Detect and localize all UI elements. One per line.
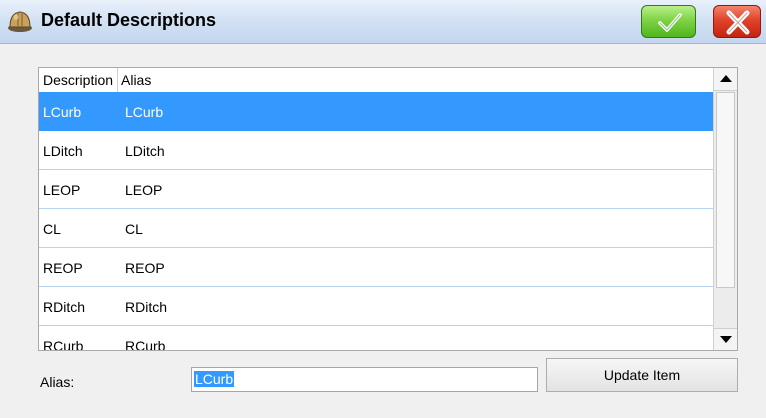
row-alias: RDitch: [125, 299, 168, 315]
checkmark-icon: [658, 13, 682, 32]
scroll-down-button[interactable]: [714, 328, 737, 350]
window-title: Default Descriptions: [41, 10, 217, 30]
arrow-up-icon: [720, 75, 732, 82]
scroll-thumb[interactable]: [716, 92, 735, 288]
x-icon: [726, 10, 750, 35]
row-description: CL: [43, 221, 61, 237]
alias-input[interactable]: LCurb: [191, 367, 538, 392]
row-description: RCurb: [43, 338, 84, 351]
hard-hat-icon: [8, 11, 32, 32]
close-button[interactable]: [713, 5, 761, 38]
row-description: LEOP: [43, 182, 81, 198]
column-divider[interactable]: [117, 68, 118, 92]
row-description: LDitch: [43, 143, 83, 159]
table-row[interactable]: RCurb RCurb: [39, 326, 713, 351]
row-alias: LCurb: [125, 104, 164, 120]
update-item-button[interactable]: Update Item: [546, 358, 738, 392]
alias-label: Alias:: [40, 374, 75, 390]
table-row[interactable]: LEOP LEOP: [39, 170, 713, 209]
table-row[interactable]: RDitch RDitch: [39, 287, 713, 326]
row-alias: CL: [125, 221, 143, 237]
descriptions-grid[interactable]: Description Alias LCurb LCurb LDitch LDi…: [38, 67, 738, 351]
table-row[interactable]: LCurb LCurb: [39, 92, 713, 131]
title-bar: Default Descriptions: [0, 0, 766, 44]
alias-input-value: LCurb: [194, 371, 235, 387]
row-alias: RCurb: [125, 338, 166, 351]
ok-button[interactable]: [641, 5, 696, 38]
row-description: LCurb: [43, 104, 82, 120]
row-alias: LDitch: [125, 143, 165, 159]
row-alias: LEOP: [125, 182, 163, 198]
grid-header: Description Alias: [39, 68, 713, 93]
row-description: REOP: [43, 260, 83, 276]
column-header-description[interactable]: Description: [43, 72, 113, 88]
vertical-scrollbar[interactable]: [713, 68, 737, 350]
table-row[interactable]: CL CL: [39, 209, 713, 248]
table-row[interactable]: LDitch LDitch: [39, 131, 713, 170]
column-header-alias[interactable]: Alias: [121, 72, 151, 88]
table-row[interactable]: REOP REOP: [39, 248, 713, 287]
scroll-up-button[interactable]: [714, 68, 737, 91]
row-alias: REOP: [125, 260, 165, 276]
arrow-down-icon: [720, 336, 732, 343]
row-description: RDitch: [43, 299, 86, 315]
